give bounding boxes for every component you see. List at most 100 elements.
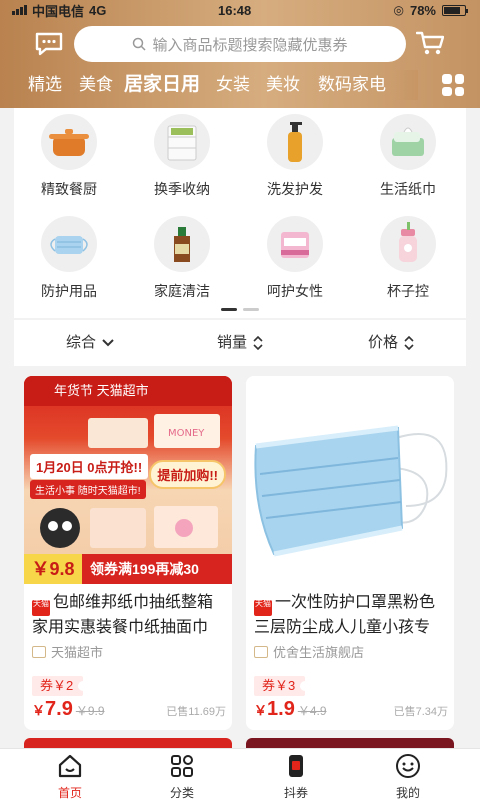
category-storage[interactable]: 换季收纳 — [137, 114, 227, 199]
category-protection[interactable]: 防护用品 — [24, 216, 114, 301]
product-title: 天猫包邮维邦纸巾抽纸整箱家用实惠装餐巾纸抽面巾纸... — [32, 591, 226, 639]
category-tissue[interactable]: 生活纸巾 — [363, 114, 453, 199]
original-price: ￥4.9 — [297, 704, 327, 718]
nav-category-label: 分类 — [169, 786, 194, 800]
promo-date: 1月20日 0点开抢!! — [30, 454, 149, 479]
all-tabs-grid-icon[interactable] — [442, 74, 464, 96]
orientation-lock-icon: ◎ — [393, 3, 404, 17]
tmall-badge: 天猫 — [32, 600, 50, 616]
disinfectant-bottle-icon — [154, 216, 210, 272]
product-title-text: 一次性防护口罩黑粉色三层防尘成人儿童小孩专用... — [254, 594, 436, 636]
tab-household[interactable]: 居家日用 — [124, 70, 200, 100]
category-label: 防护用品 — [41, 283, 97, 299]
sort-general[interactable]: 综合 — [66, 320, 114, 366]
sold-count: 已售11.69万 — [166, 706, 226, 718]
smile-profile-icon — [396, 754, 420, 778]
network-label: 4G — [89, 2, 107, 18]
product-title: 天猫一次性防护口罩黑粉色三层防尘成人儿童小孩专用... — [254, 591, 448, 639]
nav-profile-label: 我的 — [395, 786, 420, 800]
promo-rush-badge: 提前加购!! — [149, 460, 226, 489]
home-icon — [58, 754, 82, 778]
price-value: 1.9 — [267, 698, 295, 720]
battery-icon — [442, 4, 468, 16]
category-feminine[interactable]: 呵护女性 — [250, 216, 340, 301]
nav-home-label: 首页 — [57, 786, 82, 800]
coupon-phone-icon — [289, 755, 303, 777]
category-cleaning[interactable]: 家庭清洁 — [137, 216, 227, 301]
sold-count: 已售7.34万 — [393, 706, 448, 718]
tissue-pack-icon — [380, 114, 436, 170]
tab-featured[interactable]: 精选 — [28, 70, 62, 100]
cart-icon[interactable] — [416, 30, 444, 56]
category-cups[interactable]: 杯子控 — [363, 216, 453, 301]
sort-price-label: 价格 — [368, 334, 399, 351]
search-input[interactable]: 输入商品标题搜索隐藏优惠券 — [74, 26, 406, 62]
search-placeholder: 输入商品标题搜索隐藏优惠券 — [152, 36, 348, 54]
nav-category[interactable]: 分类 — [142, 753, 222, 800]
category-grid: 精致餐厨 换季收纳 洗发护发 生活纸巾 防护用品 家庭清洁 呵护女性 杯子控 — [14, 108, 466, 318]
sort-arrows-icon — [404, 336, 414, 350]
cup-icon — [380, 216, 436, 272]
search-icon — [133, 37, 147, 51]
sort-price[interactable]: 价格 — [368, 320, 414, 366]
nav-home[interactable]: 首页 — [30, 753, 110, 800]
current-price: ￥7.9 — [32, 698, 73, 721]
tab-food[interactable]: 美食 — [79, 70, 113, 100]
category-label: 生活纸巾 — [380, 181, 436, 197]
carrier-label: 中国电信 — [32, 3, 85, 19]
promo-subtitle: 生活小事 随时天猫超市! — [30, 480, 146, 499]
bottom-nav: 首页 分类 抖券 我的 — [0, 748, 480, 800]
category-label: 换季收纳 — [154, 181, 210, 197]
face-mask-photo — [254, 425, 448, 557]
category-label: 洗发护发 — [267, 181, 323, 197]
shampoo-bottle-icon — [267, 114, 323, 170]
tab-beauty[interactable]: 美妆 — [266, 70, 300, 100]
pot-icon — [41, 114, 97, 170]
nav-coupons[interactable]: 抖券 — [256, 753, 336, 800]
shop-name-text: 优舍生活旗舰店 — [273, 645, 365, 660]
price-line: ￥7.9 ￥9.9 已售11.69万 — [32, 698, 226, 724]
header: 中国电信 4G 16:48 ◎ 78% 输入商品标题搜索隐藏优惠券 精选 美食 … — [0, 0, 480, 108]
current-price: ￥1.9 — [254, 698, 295, 721]
original-price: ￥9.9 — [75, 704, 105, 718]
sort-bar: 综合 销量 价格 — [14, 320, 466, 366]
category-haircare[interactable]: 洗发护发 — [250, 114, 340, 199]
product-card[interactable]: 天猫一次性防护口罩黑粉色三层防尘成人儿童小孩专用... 优舍生活旗舰店 券￥3 … — [246, 376, 454, 730]
promo-coupon-text: 领券满199再减30 — [90, 561, 199, 577]
category-icon — [171, 755, 193, 777]
tissue-boxes-art: MONEY — [88, 414, 220, 448]
shop-name[interactable]: 天猫超市 — [32, 642, 103, 661]
nav-coupons-label: 抖券 — [283, 786, 308, 800]
svg-text:MONEY: MONEY — [168, 428, 205, 439]
currency-symbol: ￥ — [254, 703, 268, 718]
category-kitchen[interactable]: 精致餐厨 — [24, 114, 114, 199]
price-line: ￥1.9 ￥4.9 已售7.34万 — [254, 698, 448, 724]
chevron-down-icon — [102, 339, 114, 347]
coupon-badge[interactable]: 券￥2 — [32, 676, 89, 696]
category-label: 呵护女性 — [267, 283, 323, 299]
promo-bottom-bar: ￥9.8 领券满199再减30 — [24, 554, 232, 584]
mascot-art — [40, 506, 218, 548]
status-bar: 中国电信 4G 16:48 ◎ 78% — [0, 0, 480, 20]
product-image: 年货节 天猫超市 MONEY 1月20日 0点开抢!! 生活小事 随时天猫超市!… — [24, 376, 232, 584]
category-label: 家庭清洁 — [154, 283, 210, 299]
tab-digital[interactable]: 数码家电 — [318, 70, 386, 100]
category-label: 精致餐厨 — [41, 181, 97, 197]
battery-percent: 78% — [409, 2, 436, 18]
sanitary-pad-icon — [267, 216, 323, 272]
price-value: 7.9 — [45, 698, 73, 720]
face-mask-icon — [41, 216, 97, 272]
store-icon — [32, 645, 46, 658]
nav-profile[interactable]: 我的 — [368, 753, 448, 800]
tabs-fade — [394, 70, 418, 100]
message-icon[interactable] — [34, 31, 64, 57]
shop-name[interactable]: 优舍生活旗舰店 — [254, 642, 364, 661]
currency-symbol: ￥ — [32, 703, 46, 718]
search-row: 输入商品标题搜索隐藏优惠券 — [0, 24, 480, 64]
tab-womens[interactable]: 女装 — [216, 70, 250, 100]
signal-icon — [12, 5, 27, 15]
product-card[interactable]: 年货节 天猫超市 MONEY 1月20日 0点开抢!! 生活小事 随时天猫超市!… — [24, 376, 232, 730]
sort-sales[interactable]: 销量 — [217, 320, 263, 366]
coupon-badge[interactable]: 券￥3 — [254, 676, 311, 696]
store-icon — [254, 645, 268, 658]
